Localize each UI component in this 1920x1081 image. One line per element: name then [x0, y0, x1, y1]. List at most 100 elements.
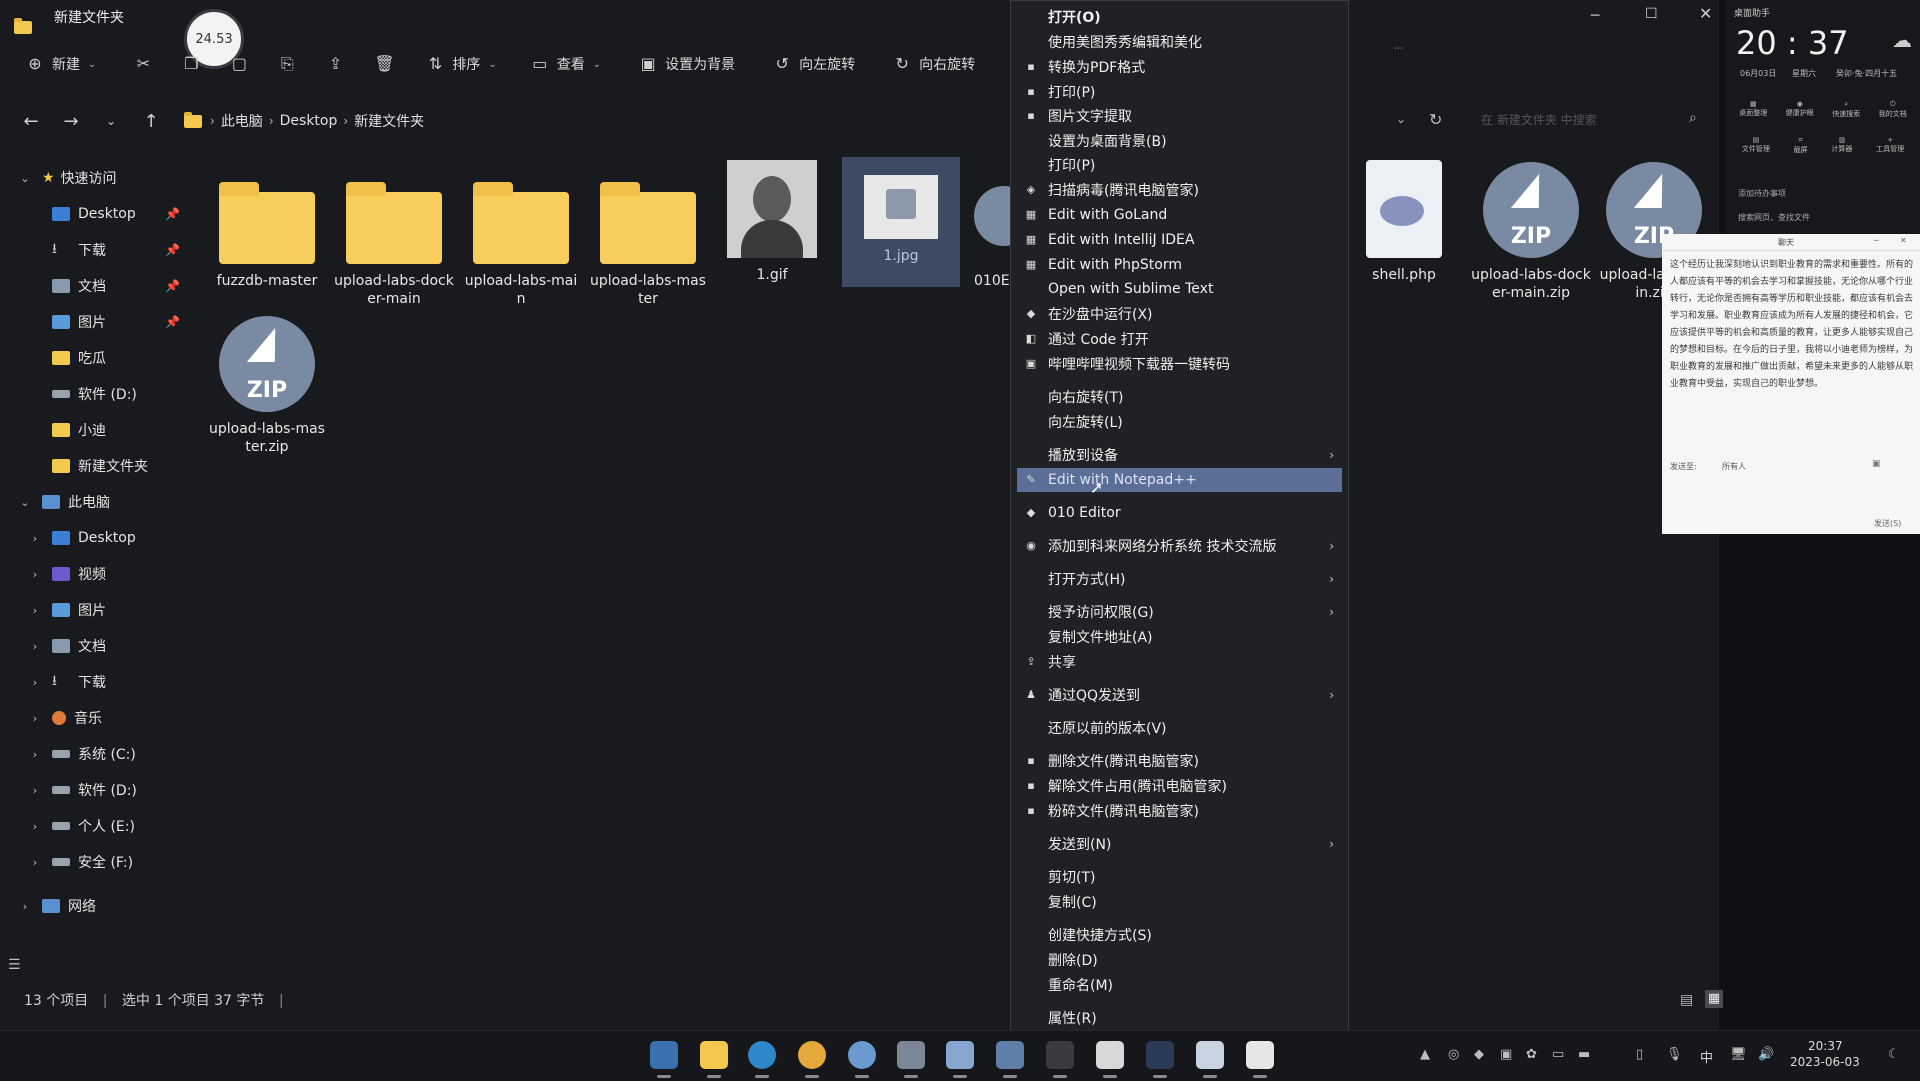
context-menu-item[interactable]: 重命名(M)	[1011, 973, 1348, 997]
tool-icon[interactable]	[897, 1041, 925, 1078]
chevron-down-icon[interactable]: ⌄	[1396, 112, 1406, 126]
file-manager-tool[interactable]: ▤ 文件管理	[1742, 136, 1770, 155]
context-menu-item[interactable]: 打开(O)	[1011, 5, 1348, 29]
view-button[interactable]: ▭ 查看 ⌄	[531, 54, 601, 74]
sidebar-quick-access[interactable]: ⌄ ★ 快速访问	[0, 160, 200, 196]
close-icon[interactable]: ✕	[1699, 4, 1712, 23]
context-menu-item[interactable]: 向右旋转(T)	[1011, 385, 1348, 409]
volume-icon[interactable]: 🔊	[1758, 1047, 1774, 1062]
start-icon[interactable]	[650, 1041, 678, 1078]
ime-indicator[interactable]: 中	[1700, 1047, 1713, 1066]
taskbar-date[interactable]: 2023-06-03	[1790, 1055, 1860, 1069]
app-icon[interactable]	[1246, 1041, 1274, 1078]
photoshop-icon[interactable]	[1146, 1041, 1174, 1078]
details-view-icon[interactable]: ▤	[1680, 992, 1693, 1008]
context-menu-item[interactable]: ▪ 图片文字提取	[1011, 104, 1348, 128]
context-menu-item[interactable]: 还原以前的版本(V)	[1011, 716, 1348, 740]
file-tile[interactable]: ZIP upload-labs-master.zip	[207, 316, 327, 456]
sidebar-pc-drive-c[interactable]: › 系统 (C:)	[0, 736, 200, 772]
context-menu-item[interactable]: 向左旋转(L)	[1011, 410, 1348, 434]
eye-care-tool[interactable]: ◉ 健康护眼	[1786, 100, 1814, 119]
context-menu-item[interactable]: 复制(C)	[1011, 890, 1348, 914]
context-menu-item[interactable]: 打印(P)	[1011, 153, 1348, 177]
app-icon[interactable]	[996, 1041, 1024, 1078]
screenshot-tool[interactable]: ⌗ 截屏	[1794, 136, 1808, 155]
quick-search-tool[interactable]: ⌕ 快速搜索	[1832, 100, 1860, 119]
context-menu-item[interactable]: 属性(R)	[1011, 1006, 1348, 1030]
file-tile-partial[interactable]: 010E	[974, 168, 1010, 290]
sidebar-pc-videos[interactable]: › 视频	[0, 556, 200, 592]
notification-icon[interactable]: ☾	[1888, 1047, 1900, 1062]
sidebar-pc-drive-e[interactable]: › 个人 (E:)	[0, 808, 200, 844]
context-menu-item[interactable]: 发送到(N) ›	[1011, 832, 1348, 856]
delete-button[interactable]: 🗑	[374, 55, 394, 73]
context-menu-item[interactable]: ▦ Edit with GoLand	[1011, 203, 1348, 227]
tool-manager-tool[interactable]: + 工具管理	[1876, 136, 1904, 155]
tray-app-icon[interactable]: ▣	[1500, 1047, 1512, 1062]
context-menu-item[interactable]: ◈ 扫描病毒(腾讯电脑管家)	[1011, 178, 1348, 202]
rotate-left-button[interactable]: ↺ 向左旋转	[773, 54, 855, 74]
back-arrow-icon[interactable]: ←	[18, 111, 44, 132]
sidebar-pc-music[interactable]: › 音乐	[0, 700, 200, 736]
widget-search-link[interactable]: 搜索网页、查找文件	[1738, 212, 1810, 223]
my-docs-tool[interactable]: ⏻ 我的文档	[1879, 100, 1907, 119]
search-icon[interactable]: ⌕	[1689, 110, 1697, 126]
tray-app-icon[interactable]: ▲	[1420, 1047, 1430, 1062]
send-button[interactable]: 发送(S)	[1874, 518, 1901, 529]
sidebar-pc-drive-f[interactable]: › 安全 (F:)	[0, 844, 200, 880]
context-menu-item[interactable]: ▪ 转换为PDF格式	[1011, 55, 1348, 79]
context-menu-item[interactable]: ◆ 010 Editor	[1011, 501, 1348, 525]
todo-link[interactable]: 添加待办事项	[1738, 188, 1786, 199]
details-pane-icon[interactable]: ☰	[8, 957, 21, 973]
context-menu-item[interactable]: ▣ 哔哩哔哩视频下载器一键转码	[1011, 352, 1348, 376]
recent-chevron-icon[interactable]: ⌄	[98, 114, 124, 128]
sidebar-pc-documents[interactable]: › 文档	[0, 628, 200, 664]
close-icon[interactable]: ✕	[1900, 236, 1907, 245]
file-tile[interactable]: upload-labs-master	[588, 168, 708, 308]
set-background-button[interactable]: ▣ 设置为背景	[639, 54, 736, 74]
tray-app-icon[interactable]: ▬	[1578, 1047, 1590, 1062]
rotate-right-button[interactable]: ↻ 向右旋转	[893, 54, 975, 74]
chat-tools-icon[interactable]: ▣	[1872, 459, 1881, 469]
forward-arrow-icon[interactable]: →	[58, 111, 84, 132]
minimize-icon[interactable]: ─	[1591, 8, 1599, 24]
context-menu-item[interactable]: ◆ 在沙盘中运行(X)	[1011, 302, 1348, 326]
context-menu-item[interactable]: 打开方式(H) ›	[1011, 567, 1348, 591]
breadcrumb-this-pc[interactable]: 此电脑	[221, 111, 263, 131]
context-menu-item[interactable]: ◉ 添加到科来网络分析系统 技术交流版 ›	[1011, 534, 1348, 558]
app-icon[interactable]	[1096, 1041, 1124, 1078]
app-icon[interactable]	[946, 1041, 974, 1078]
sidebar-item-pictures[interactable]: 图片 📌	[0, 304, 200, 340]
file-tile[interactable]: upload-labs-main	[461, 168, 581, 308]
context-menu-item[interactable]: Open with Sublime Text	[1011, 277, 1348, 301]
breadcrumb-new-folder[interactable]: 新建文件夹	[354, 111, 424, 131]
sidebar-item-new-folder[interactable]: 新建文件夹	[0, 448, 200, 484]
taskbar-time[interactable]: 20:37	[1808, 1039, 1843, 1053]
usb-icon[interactable]: ▯	[1636, 1047, 1643, 1062]
sidebar-pc-downloads[interactable]: › ⭳ 下载	[0, 664, 200, 700]
copy-button[interactable]: ❐	[182, 55, 200, 73]
rename-button[interactable]: ⎘	[278, 55, 296, 73]
minimize-icon[interactable]: ─	[1874, 236, 1879, 245]
network-icon[interactable]: 🖥	[1730, 1047, 1747, 1062]
context-menu-item[interactable]: 授予访问权限(G) ›	[1011, 600, 1348, 624]
context-menu-item[interactable]: 创建快捷方式(S)	[1011, 923, 1348, 947]
context-menu-item[interactable]: ▪ 解除文件占用(腾讯电脑管家)	[1011, 774, 1348, 798]
context-menu-item[interactable]: 播放到设备 ›	[1011, 443, 1348, 467]
context-menu-item[interactable]: ✎ Edit with Notepad++	[1017, 468, 1342, 492]
desktop-organize-tool[interactable]: ▦ 桌面整理	[1739, 100, 1767, 119]
context-menu-item[interactable]: 使用美图秀秀编辑和美化	[1011, 30, 1348, 54]
sort-button[interactable]: ⇅ 排序 ⌄	[426, 54, 497, 74]
context-menu-item[interactable]: 剪切(T)	[1011, 865, 1348, 889]
sidebar-pc-desktop[interactable]: › Desktop	[0, 520, 200, 556]
search-input[interactable]: 在 新建文件夹 中搜索	[1465, 108, 1681, 132]
share-button[interactable]: ⇪	[326, 55, 344, 73]
context-menu-item[interactable]: ▦ Edit with IntelliJ IDEA	[1011, 228, 1348, 252]
context-menu-item[interactable]: ▪ 打印(P)	[1011, 80, 1348, 104]
breadcrumb-desktop[interactable]: Desktop	[280, 113, 338, 129]
file-tile[interactable]: 1.gif	[712, 160, 832, 284]
chrome-icon[interactable]	[798, 1041, 826, 1078]
tray-app-icon[interactable]: ✿	[1526, 1047, 1537, 1062]
sidebar-network[interactable]: › 网络	[0, 888, 200, 924]
context-menu-item[interactable]: ♟ 通过QQ发送到 ›	[1011, 683, 1348, 707]
